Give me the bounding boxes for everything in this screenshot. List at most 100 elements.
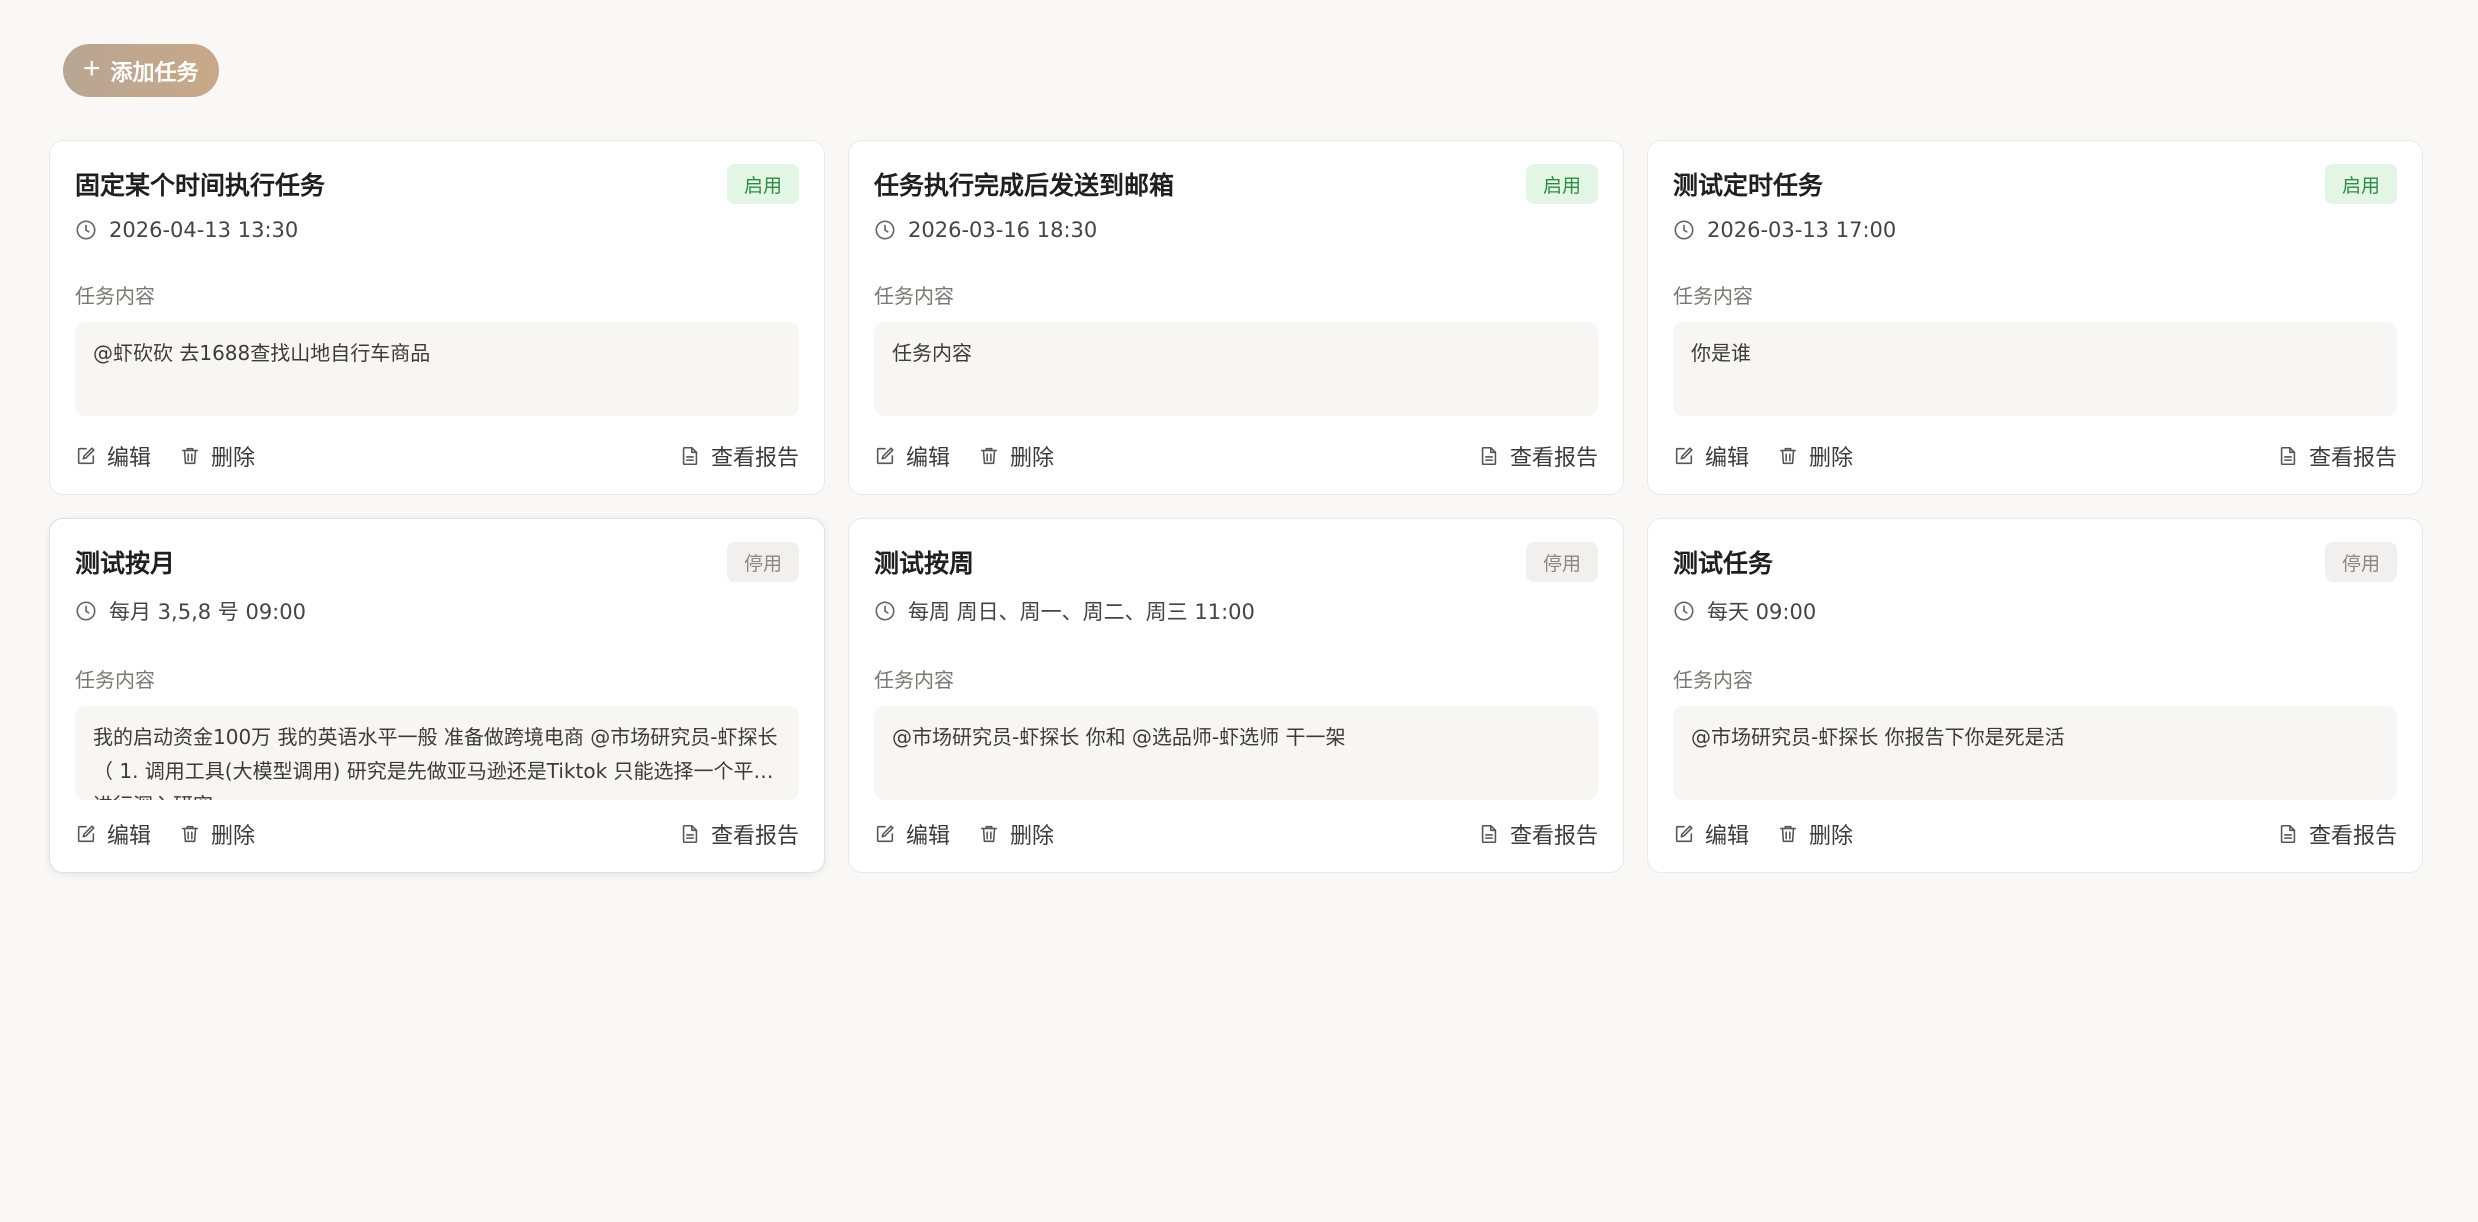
- status-badge[interactable]: 停用: [1526, 542, 1598, 582]
- status-badge[interactable]: 启用: [1526, 164, 1598, 204]
- delete-button[interactable]: 删除: [1777, 440, 1853, 472]
- edit-label: 编辑: [906, 824, 951, 849]
- content-label: 任务内容: [1673, 284, 1753, 308]
- schedule-row: 2026-04-13 13:30: [75, 218, 799, 242]
- view-report-label: 查看报告: [1509, 824, 1598, 849]
- status-badge[interactable]: 停用: [727, 542, 799, 582]
- edit-button[interactable]: 编辑: [75, 818, 151, 850]
- view-report-label: 查看报告: [1509, 446, 1598, 471]
- view-report-button[interactable]: 查看报告: [1478, 818, 1598, 850]
- delete-button[interactable]: 删除: [179, 440, 255, 472]
- document-icon: [2280, 824, 2296, 844]
- card-actions: 编辑 删除 查看报告: [75, 818, 799, 850]
- edit-label: 编辑: [107, 824, 152, 849]
- add-task-button[interactable]: + 添加任务: [63, 44, 219, 97]
- trash-icon: [1779, 825, 1797, 843]
- content-label: 任务内容: [874, 668, 954, 692]
- toolbar: + 添加任务: [63, 44, 219, 97]
- edit-icon: [1675, 447, 1693, 465]
- schedule-text: 2026-03-16 18:30: [908, 218, 1098, 242]
- delete-label: 删除: [1809, 824, 1854, 849]
- status-badge[interactable]: 启用: [727, 164, 799, 204]
- task-card: 固定某个时间执行任务 启用 2026-04-13 13:30 任务内容 @虾砍砍…: [49, 140, 825, 495]
- task-card: 测试按月 停用 每月 3,5,8 号 09:00 任务内容 我的启动资金100万…: [49, 518, 825, 873]
- clock-icon: [76, 220, 96, 240]
- schedule-text: 每周 周日、周一、周二、周三 11:00: [908, 600, 1255, 624]
- edit-icon: [77, 825, 95, 843]
- task-card: 测试任务 停用 每天 09:00 任务内容 @市场研究员-虾探长 你报告下你是死…: [1647, 518, 2423, 873]
- add-task-label: 添加任务: [110, 59, 199, 85]
- clock-icon: [1674, 220, 1694, 240]
- document-icon: [682, 824, 698, 844]
- task-title: 固定某个时间执行任务: [75, 171, 326, 200]
- clock-icon: [875, 601, 895, 621]
- edit-button[interactable]: 编辑: [874, 818, 950, 850]
- delete-button[interactable]: 删除: [179, 818, 255, 850]
- delete-label: 删除: [1809, 446, 1854, 471]
- delete-label: 删除: [1010, 446, 1055, 471]
- status-badge[interactable]: 停用: [2325, 542, 2397, 582]
- schedule-text: 每月 3,5,8 号 09:00: [109, 600, 306, 624]
- document-icon: [1481, 446, 1497, 466]
- delete-label: 删除: [211, 446, 256, 471]
- plus-icon: +: [83, 52, 101, 85]
- edit-button[interactable]: 编辑: [75, 440, 151, 472]
- task-grid: 固定某个时间执行任务 启用 2026-04-13 13:30 任务内容 @虾砍砍…: [49, 140, 2423, 873]
- task-content: 任务内容: [874, 322, 1598, 416]
- view-report-button[interactable]: 查看报告: [2277, 818, 2397, 850]
- document-icon: [682, 446, 698, 466]
- trash-icon: [181, 825, 199, 843]
- delete-label: 删除: [1010, 824, 1055, 849]
- trash-icon: [181, 447, 199, 465]
- clock-icon: [1674, 601, 1694, 621]
- content-label: 任务内容: [75, 284, 155, 308]
- schedule-row: 2026-03-13 17:00: [1673, 218, 2397, 242]
- delete-label: 删除: [211, 824, 256, 849]
- task-title: 测试按周: [874, 549, 975, 578]
- delete-button[interactable]: 删除: [1777, 818, 1853, 850]
- card-actions: 编辑 删除 查看报告: [874, 440, 1598, 472]
- view-report-label: 查看报告: [2308, 446, 2397, 471]
- trash-icon: [980, 447, 998, 465]
- edit-icon: [77, 447, 95, 465]
- card-actions: 编辑 删除 查看报告: [874, 818, 1598, 850]
- status-badge[interactable]: 启用: [2325, 164, 2397, 204]
- view-report-button[interactable]: 查看报告: [679, 440, 799, 472]
- document-icon: [2280, 446, 2296, 466]
- view-report-button[interactable]: 查看报告: [1478, 440, 1598, 472]
- schedule-text: 2026-03-13 17:00: [1707, 218, 1897, 242]
- schedule-row: 每月 3,5,8 号 09:00: [75, 596, 799, 626]
- schedule-row: 2026-03-16 18:30: [874, 218, 1598, 242]
- edit-button[interactable]: 编辑: [874, 440, 950, 472]
- card-actions: 编辑 删除 查看报告: [1673, 818, 2397, 850]
- task-content: 你是谁: [1673, 322, 2397, 416]
- card-actions: 编辑 删除 查看报告: [75, 440, 799, 472]
- task-title: 测试任务: [1673, 549, 1774, 578]
- delete-button[interactable]: 删除: [978, 818, 1054, 850]
- edit-button[interactable]: 编辑: [1673, 440, 1749, 472]
- content-label: 任务内容: [874, 284, 954, 308]
- content-label: 任务内容: [1673, 668, 1753, 692]
- task-card: 测试定时任务 启用 2026-03-13 17:00 任务内容 你是谁 编辑 删…: [1647, 140, 2423, 495]
- task-content: 我的启动资金100万 我的英语水平一般 准备做跨境电商 @市场研究员-虾探长 （…: [75, 706, 799, 800]
- delete-button[interactable]: 删除: [978, 440, 1054, 472]
- edit-label: 编辑: [1705, 446, 1750, 471]
- edit-label: 编辑: [1705, 824, 1750, 849]
- trash-icon: [980, 825, 998, 843]
- edit-button[interactable]: 编辑: [1673, 818, 1749, 850]
- clock-icon: [76, 601, 96, 621]
- view-report-label: 查看报告: [2308, 824, 2397, 849]
- schedule-row: 每天 09:00: [1673, 596, 2397, 626]
- task-title: 任务执行完成后发送到邮箱: [874, 171, 1175, 200]
- schedule-text: 每天 09:00: [1707, 600, 1817, 624]
- view-report-button[interactable]: 查看报告: [679, 818, 799, 850]
- clock-icon: [875, 220, 895, 240]
- task-content: @市场研究员-虾探长 你和 @选品师-虾选师 干一架: [874, 706, 1598, 800]
- edit-icon: [1675, 825, 1693, 843]
- schedule-text: 2026-04-13 13:30: [109, 218, 299, 242]
- task-content: @市场研究员-虾探长 你报告下你是死是活: [1673, 706, 2397, 800]
- content-label: 任务内容: [75, 668, 155, 692]
- document-icon: [1481, 824, 1497, 844]
- view-report-button[interactable]: 查看报告: [2277, 440, 2397, 472]
- trash-icon: [1779, 447, 1797, 465]
